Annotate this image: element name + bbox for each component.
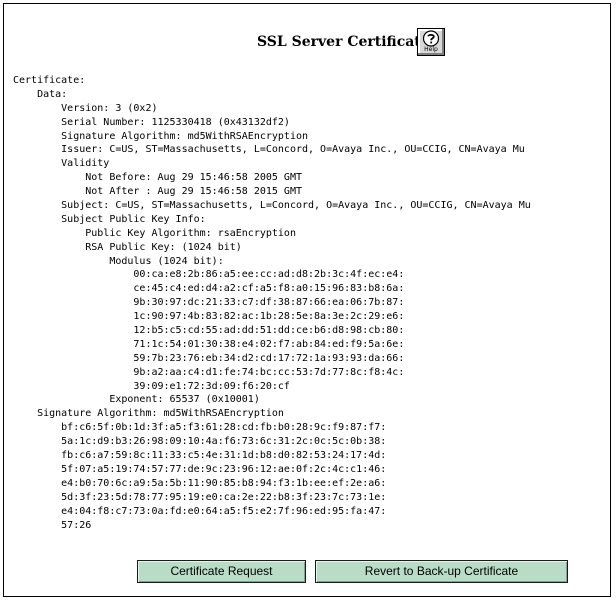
certificate-line: 9b:a2:aa:c4:d1:fe:74:bc:cc:53:7d:77:8c:f… <box>13 366 405 378</box>
certificate-text: Certificate: Data: Version: 3 (0x2) Seri… <box>13 74 531 532</box>
certificate-line: Serial Number: 1125330418 (0x43132df2) <box>13 116 290 128</box>
certificate-line: Signature Algorithm: md5WithRSAEncryptio… <box>13 408 284 420</box>
certificate-line: 12:b5:c5:cd:55:ad:dd:51:dd:ce:b6:d8:98:c… <box>13 325 405 337</box>
page-header: SSL Server Certificate Help <box>4 26 610 60</box>
certificate-line: Certificate: <box>13 75 86 86</box>
certificate-line: 57:26 <box>13 519 92 531</box>
certificate-line: 00:ca:e8:2b:86:a5:ee:cc:ad:d8:2b:3c:4f:e… <box>13 269 405 281</box>
certificate-line: 9b:30:97:dc:21:33:c7:df:38:87:66:ea:06:7… <box>13 297 405 309</box>
help-label: Help <box>424 46 438 53</box>
certificate-request-button[interactable]: Certificate Request <box>137 560 306 583</box>
certificate-line: e4:04:f8:c7:73:0a:fd:e0:64:a5:f5:e2:7f:9… <box>13 505 387 517</box>
certificate-line: Subject: C=US, ST=Massachusetts, L=Conco… <box>13 200 531 212</box>
certificate-line: Issuer: C=US, ST=Massachusetts, L=Concor… <box>13 144 525 156</box>
certificate-line: e4:b0:70:6c:a9:5a:5b:11:90:85:b8:94:f3:1… <box>13 477 387 489</box>
certificate-line: fb:c6:a7:59:8c:11:33:c5:4e:31:1d:b8:d0:8… <box>13 450 387 462</box>
certificate-line: Not After : Aug 29 15:46:58 2015 GMT <box>13 186 302 198</box>
certificate-line: Not Before: Aug 29 15:46:58 2005 GMT <box>13 172 302 184</box>
certificate-line: 1c:90:97:4b:83:82:ac:1b:28:5e:8a:3e:2c:2… <box>13 311 405 323</box>
help-button[interactable]: Help <box>417 28 445 56</box>
certificate-line: ce:45:c4:ed:d4:a2:cf:a5:f8:a0:15:96:83:b… <box>13 283 405 295</box>
certificate-panel: SSL Server Certificate Help Certificate:… <box>3 3 611 597</box>
certificate-line: Data: <box>13 88 68 100</box>
certificate-line: 71:1c:54:01:30:38:e4:02:f7:ab:84:ed:f9:5… <box>13 338 405 350</box>
action-bar: Certificate Request Revert to Back-up Ce… <box>4 560 610 584</box>
certificate-line: Signature Algorithm: md5WithRSAEncryptio… <box>13 130 309 142</box>
certificate-line: Subject Public Key Info: <box>13 213 206 225</box>
help-icon <box>422 30 440 47</box>
certificate-line: 5d:3f:23:5d:78:77:95:19:e0:ca:2e:22:b8:3… <box>13 491 387 503</box>
certificate-line: Version: 3 (0x2) <box>13 102 158 114</box>
certificate-line: RSA Public Key: (1024 bit) <box>13 241 242 253</box>
revert-backup-certificate-button[interactable]: Revert to Back-up Certificate <box>315 560 568 583</box>
certificate-line: Validity <box>13 158 110 170</box>
certificate-line: Exponent: 65537 (0x10001) <box>13 394 260 406</box>
certificate-line: 39:09:e1:72:3d:09:f6:20:cf <box>13 380 290 392</box>
certificate-line: 59:7b:23:76:eb:34:d2:cd:17:72:1a:93:93:d… <box>13 352 405 364</box>
certificate-line: Modulus (1024 bit): <box>13 255 224 267</box>
certificate-line: bf:c6:5f:0b:1d:3f:a5:f3:61:28:cd:fb:b0:2… <box>13 422 387 434</box>
certificate-line: 5a:1c:d9:b3:26:98:09:10:4a:f6:73:6c:31:2… <box>13 436 387 448</box>
certificate-line: Public Key Algorithm: rsaEncryption <box>13 227 296 239</box>
page-title: SSL Server Certificate <box>257 34 430 50</box>
certificate-line: 5f:07:a5:19:74:57:77:de:9c:23:96:12:ae:0… <box>13 463 387 475</box>
